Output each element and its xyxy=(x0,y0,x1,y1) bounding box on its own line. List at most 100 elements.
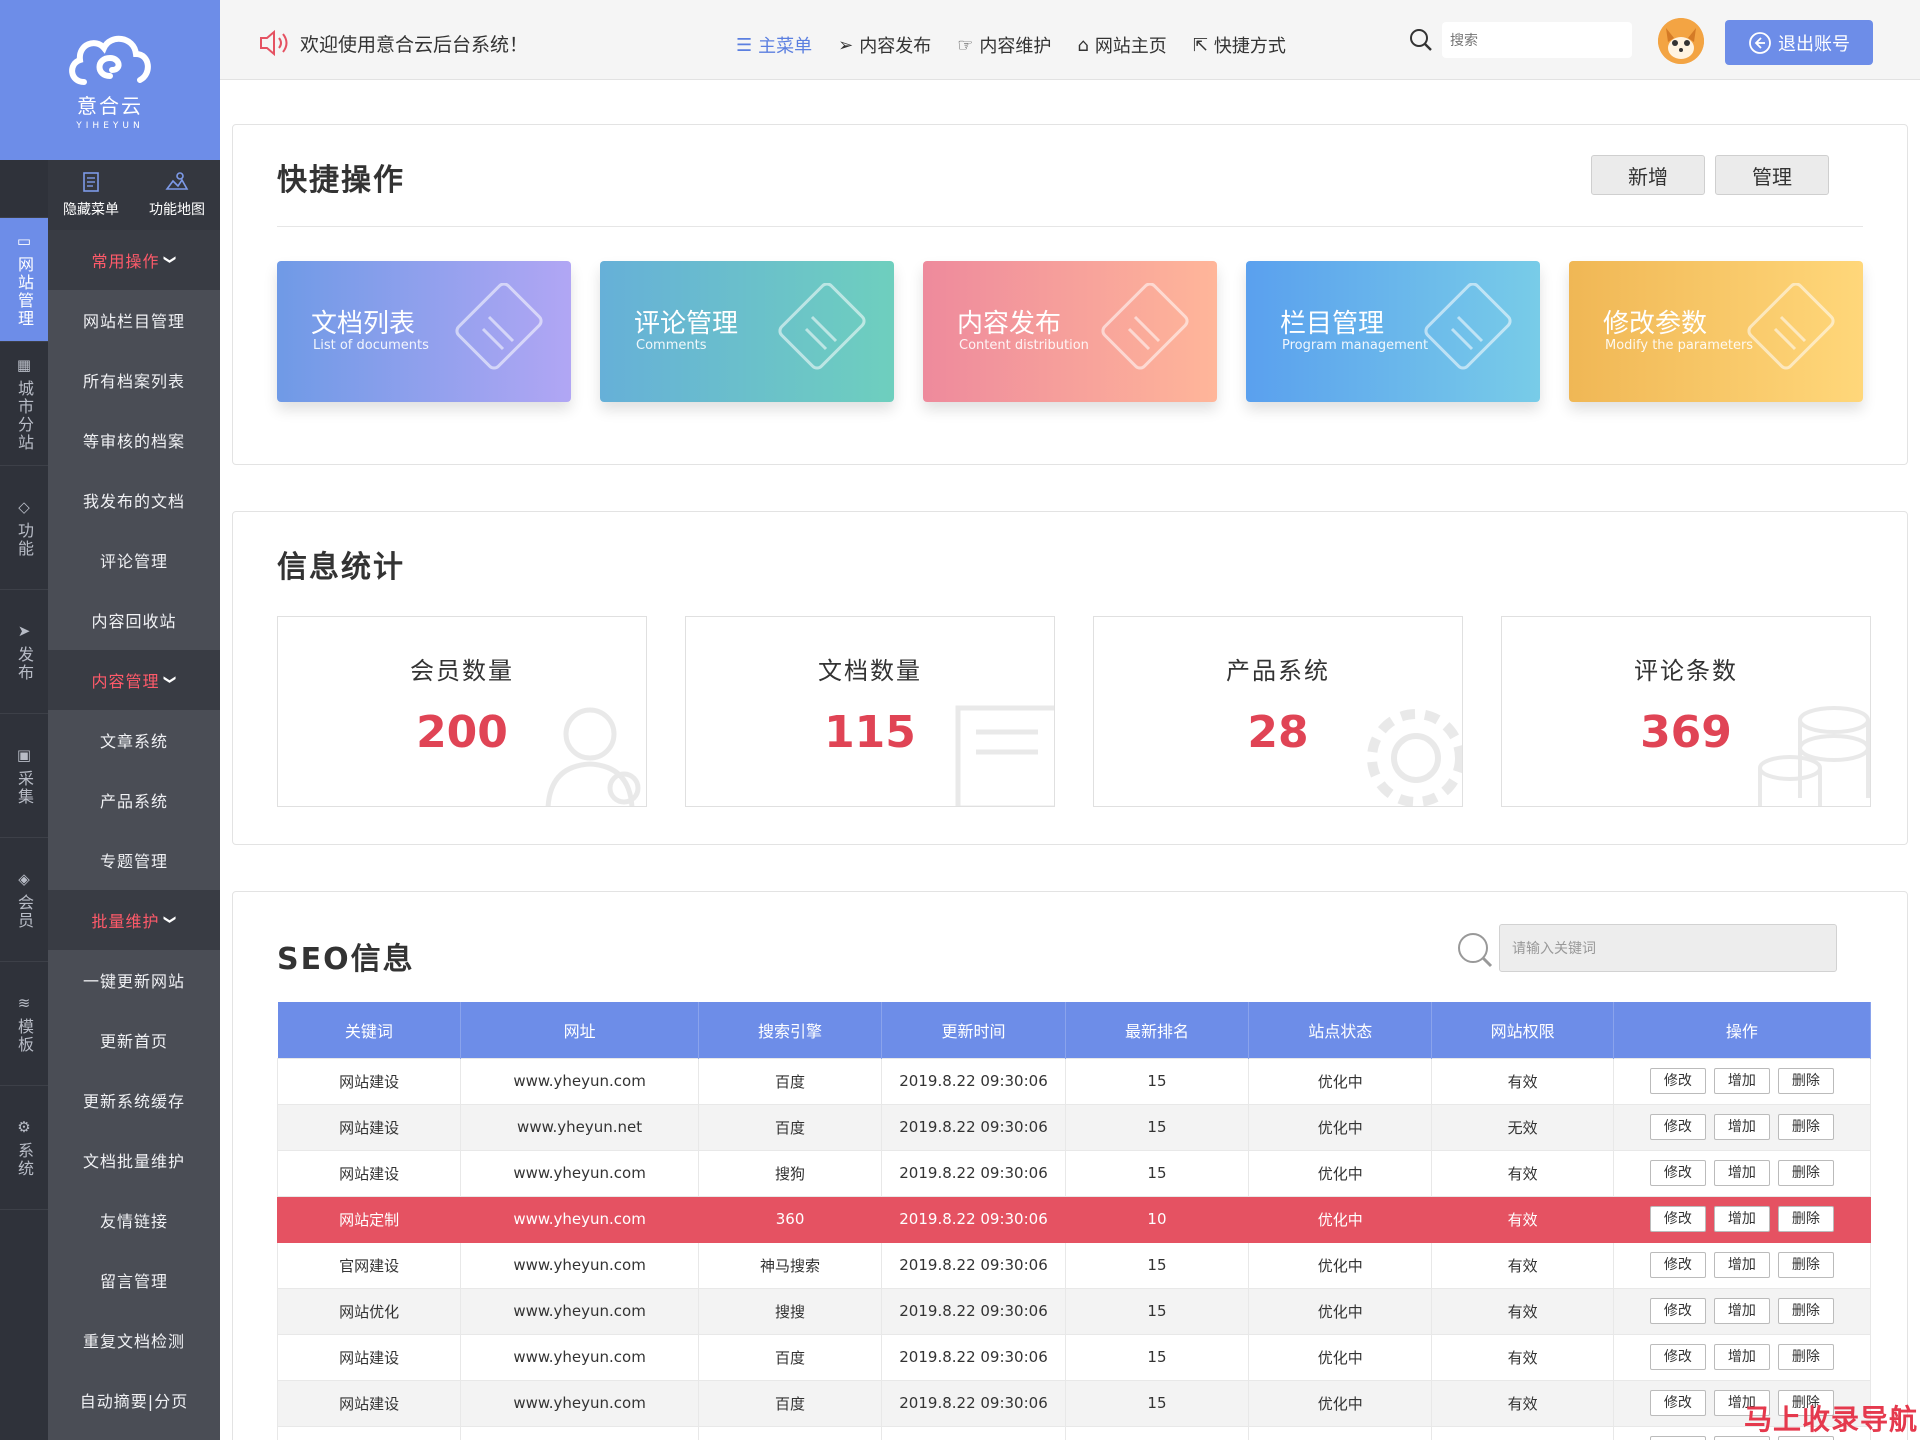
rail-item-7[interactable]: ⚙ 系统 xyxy=(0,1086,48,1210)
sidebar-item[interactable]: 产品系统 xyxy=(48,770,220,830)
delete-button[interactable]: 删除 xyxy=(1777,1068,1834,1094)
nav-item-0[interactable]: ☰ 主菜单 xyxy=(736,32,812,58)
nav-item-1[interactable]: ➢ 内容发布 xyxy=(838,32,931,58)
table-body: 网站建设 www.yheyun.com 百度 2019.8.22 09:30:06 15… xyxy=(276,1057,1872,1440)
nav-item-2[interactable]: ☞ 内容维护 xyxy=(957,32,1051,58)
sidebar-item[interactable]: 我发布的文档 xyxy=(48,470,220,530)
rail-item-1[interactable]: ▦ 城市分站 xyxy=(0,342,48,466)
quick-card-3[interactable]: 栏目管理 Program management xyxy=(1246,261,1540,402)
column-header: 最新排名 xyxy=(1065,1002,1250,1058)
edit-button[interactable]: 修改 xyxy=(1649,1344,1706,1370)
table-cell: 2019.8.22 09:30:06 xyxy=(881,1241,1066,1289)
edit-button[interactable]: 修改 xyxy=(1649,1114,1706,1140)
sidebar-item[interactable]: 留言管理 xyxy=(48,1250,220,1310)
quick-card-2[interactable]: 内容发布 Content distribution xyxy=(923,261,1217,402)
sidebar-item[interactable]: 友情链接 xyxy=(48,1190,220,1250)
rail-item-2[interactable]: ◇ 功能 xyxy=(0,466,48,590)
table-cell: 官网建设 xyxy=(276,1241,462,1289)
sidebar-group-title: 内容管理 xyxy=(91,672,160,691)
sidebar-group-2[interactable]: 批量维护 ❯ xyxy=(48,890,220,950)
function-map-button[interactable]: 功能地图 xyxy=(134,160,220,230)
sidebar-group-1[interactable]: 内容管理 ❯ xyxy=(48,650,220,710)
sidebar-item[interactable]: 更新系统缓存 xyxy=(48,1070,220,1130)
delete-button[interactable]: 删除 xyxy=(1777,1114,1834,1140)
add-row-button[interactable]: 增加 xyxy=(1713,1114,1770,1140)
sidebar-item[interactable]: 专题管理 xyxy=(48,830,220,890)
table-cell: 网站建设 xyxy=(276,1333,462,1381)
table-cell: 15 xyxy=(1064,1425,1250,1440)
quick-card-1[interactable]: 评论管理 Comments xyxy=(600,261,894,402)
brand-logo[interactable]: 意合云 YIHEYUN xyxy=(0,0,220,160)
rail-item-4[interactable]: ▣ 采集 xyxy=(0,714,48,838)
chevron-down-icon: ❯ xyxy=(164,914,178,926)
gear-icon: ⚙ xyxy=(17,1117,31,1136)
hide-menu-button[interactable]: 隐藏菜单 xyxy=(48,160,134,230)
delete-button[interactable]: 删除 xyxy=(1777,1160,1834,1186)
stat-card-1: 文档数量 115 xyxy=(685,616,1055,807)
table-cell: www.yheyun.net xyxy=(460,1103,699,1151)
sidebar-item[interactable]: 所有档案列表 xyxy=(48,350,220,410)
sidebar-item[interactable]: 评论管理 xyxy=(48,530,220,590)
rail-item-0[interactable]: ▭ 网站管理 xyxy=(0,218,48,342)
table-cell: 有效 xyxy=(1431,1195,1614,1243)
sidebar-item[interactable]: 内容回收站 xyxy=(48,590,220,650)
quick-actions-panel: 快捷操作 新增 管理 文档列表 List of documents 评论管理 Comm… xyxy=(232,124,1908,465)
delete-button[interactable]: 删除 xyxy=(1777,1344,1834,1370)
stat-label: 会员数量 xyxy=(410,657,514,685)
edit-button[interactable]: 修改 xyxy=(1649,1206,1706,1232)
seo-search-input[interactable]: 请输入关键词 xyxy=(1499,924,1837,972)
nav-item-3[interactable]: ⌂ 网站主页 xyxy=(1077,32,1166,58)
hide-menu-label: 隐藏菜单 xyxy=(63,202,119,218)
table-cell: 百度 xyxy=(697,1333,883,1381)
add-row-button[interactable]: 增加 xyxy=(1713,1298,1770,1324)
sidebar-group-0[interactable]: 常用操作 ❯ xyxy=(48,230,220,290)
edit-button[interactable]: 修改 xyxy=(1649,1252,1706,1278)
delete-button[interactable]: 删除 xyxy=(1777,1206,1834,1232)
add-row-button[interactable]: 增加 xyxy=(1713,1252,1770,1278)
logout-button[interactable]: 退出账号 xyxy=(1725,20,1873,65)
edit-button[interactable]: 修改 xyxy=(1649,1298,1706,1324)
add-row-button[interactable]: 增加 xyxy=(1713,1160,1770,1186)
sidebar-item[interactable]: 更新首页 xyxy=(48,1010,220,1070)
table-cell: 2019.8.22 09:30:06 xyxy=(881,1149,1066,1197)
search-icon[interactable] xyxy=(1408,27,1434,53)
sidebar-item[interactable]: 一键更新网站 xyxy=(48,950,220,1010)
add-row-button[interactable]: 增加 xyxy=(1713,1206,1770,1232)
sidebar-item[interactable]: 重复文档检测 xyxy=(48,1310,220,1370)
search-icon[interactable] xyxy=(1455,930,1493,968)
delete-button[interactable]: 删除 xyxy=(1777,1252,1834,1278)
add-button[interactable]: 新增 xyxy=(1591,155,1705,195)
delete-button[interactable]: 删除 xyxy=(1777,1298,1834,1324)
rail-item-label: 网站管理 xyxy=(15,255,34,328)
quick-card-0[interactable]: 文档列表 List of documents xyxy=(277,261,571,402)
avatar[interactable] xyxy=(1658,18,1704,64)
speaker-icon xyxy=(260,29,288,57)
column-header: 网站权限 xyxy=(1431,1002,1614,1058)
brand-name: 意合云 xyxy=(77,93,143,118)
table-cell: www.yheyun.com xyxy=(460,1241,699,1289)
edit-button[interactable]: 修改 xyxy=(1649,1436,1706,1440)
rail-item-3[interactable]: ➤ 发布 xyxy=(0,590,48,714)
sidebar-item[interactable]: 文章系统 xyxy=(48,710,220,770)
add-row-button[interactable]: 增加 xyxy=(1713,1344,1770,1370)
document-icon xyxy=(83,172,99,192)
sidebar-item[interactable]: 等审核的档案 xyxy=(48,410,220,470)
sidebar-item[interactable]: 文档批量维护 xyxy=(48,1130,220,1190)
quick-card-title: 文档列表 xyxy=(311,309,416,339)
table-cell: 搜狗 xyxy=(697,1149,883,1197)
edit-button[interactable]: 修改 xyxy=(1649,1068,1706,1094)
rail-item-6[interactable]: ≋ 模板 xyxy=(0,962,48,1086)
table-cell: 有效 xyxy=(1431,1149,1614,1197)
rail-item-label: 会员 xyxy=(15,893,34,930)
edit-button[interactable]: 修改 xyxy=(1649,1390,1706,1416)
rail-item-5[interactable]: ◈ 会员 xyxy=(0,838,48,962)
manage-button[interactable]: 管理 xyxy=(1715,155,1829,195)
quick-card-4[interactable]: 修改参数 Modify the parameters xyxy=(1569,261,1863,402)
add-row-button[interactable]: 增加 xyxy=(1713,1068,1770,1094)
edit-button[interactable]: 修改 xyxy=(1649,1160,1706,1186)
settings-doc-icon xyxy=(1412,282,1522,387)
sidebar-item[interactable]: 网站栏目管理 xyxy=(48,290,220,350)
nav-item-4[interactable]: ⇱ 快捷方式 xyxy=(1193,32,1286,58)
top-search-input[interactable] xyxy=(1442,22,1632,58)
sidebar-item[interactable]: 自动摘要|分页 xyxy=(48,1370,220,1430)
